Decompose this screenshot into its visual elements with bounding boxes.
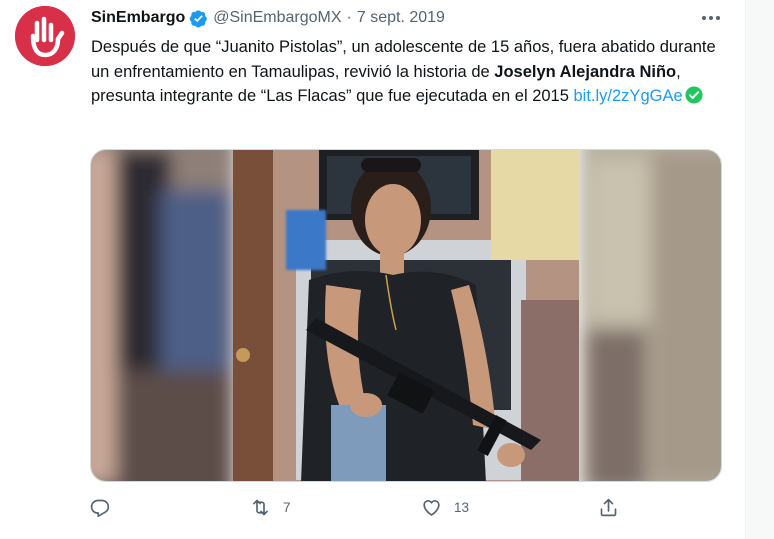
- reply-button[interactable]: [90, 497, 123, 518]
- tweet-date[interactable]: 7 sept. 2019: [357, 9, 445, 27]
- tweet-photo[interactable]: [90, 149, 722, 482]
- right-panel-edge: [745, 0, 774, 539]
- like-button[interactable]: 13: [421, 497, 469, 518]
- retweet-icon: [253, 499, 268, 516]
- display-name[interactable]: SinEmbargo: [91, 9, 185, 27]
- retweet-count: 7: [283, 500, 291, 515]
- handle[interactable]: @SinEmbargoMX: [213, 9, 341, 27]
- reply-icon: [90, 499, 110, 517]
- more-options-icon: [702, 16, 706, 20]
- like-count: 13: [454, 500, 470, 515]
- tweet-actions: 7 13: [0, 497, 774, 525]
- share-icon: [600, 498, 617, 517]
- share-button[interactable]: [598, 497, 619, 518]
- more-options-button[interactable]: [700, 7, 722, 29]
- photo-image: [91, 150, 721, 481]
- tweet-text-bold-name: Joselyn Alejandra Niño: [494, 62, 677, 81]
- tweet-link[interactable]: bit.ly/2zYgGAe: [574, 87, 683, 105]
- sinembargo-logo-icon: [15, 6, 75, 66]
- heart-icon: [423, 500, 440, 516]
- check-mark-emoji-icon: [685, 86, 703, 104]
- tweet-header: SinEmbargo @SinEmbargoMX · 7 sept. 2019: [91, 7, 445, 29]
- avatar[interactable]: [15, 6, 75, 66]
- retweet-button[interactable]: 7: [250, 497, 291, 518]
- separator-dot: ·: [346, 9, 352, 26]
- tweet-text: Después de que “Juanito Pistolas”, un ad…: [91, 35, 721, 109]
- verified-badge-icon: [189, 9, 208, 27]
